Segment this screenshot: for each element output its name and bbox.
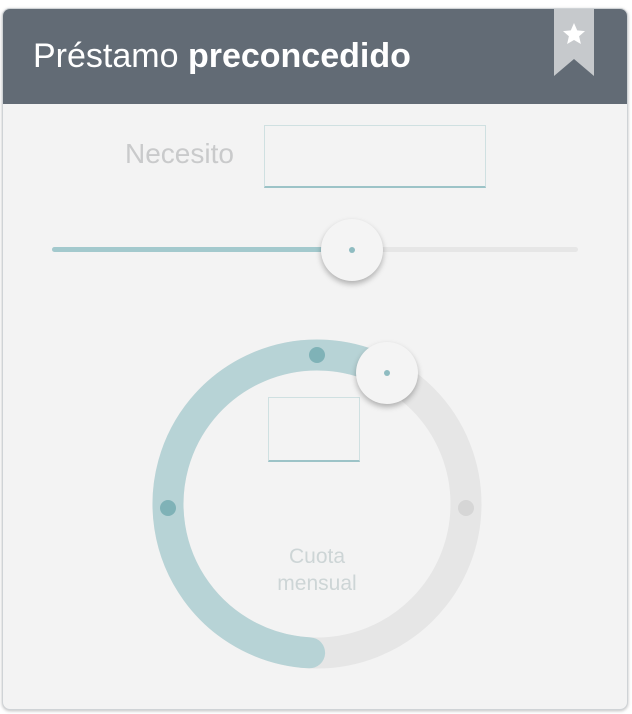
monthly-payment-dial[interactable]: Cuota mensual xyxy=(149,336,485,672)
card-header: Préstamo preconcedido xyxy=(3,9,627,104)
star-bookmark-icon[interactable] xyxy=(554,9,594,76)
dial-marker-top xyxy=(309,347,325,363)
title-bold: preconcedido xyxy=(187,37,411,75)
slider-thumb[interactable] xyxy=(321,219,383,281)
dial-marker-right xyxy=(458,500,474,516)
amount-slider[interactable] xyxy=(52,219,580,281)
monthly-payment-label-line2: mensual xyxy=(277,572,357,595)
dial-ring xyxy=(152,339,482,669)
amount-input[interactable] xyxy=(264,125,486,188)
amount-label: Necesito xyxy=(125,138,234,169)
card-title: Préstamo preconcedido xyxy=(33,36,411,76)
title-light: Préstamo xyxy=(33,37,179,75)
monthly-payment-input[interactable] xyxy=(268,397,360,462)
monthly-payment-label: Cuota mensual xyxy=(237,543,397,597)
slider-thumb-dot xyxy=(349,247,355,253)
dial-thumb-dot xyxy=(384,369,391,376)
dial-thumb[interactable] xyxy=(356,341,419,404)
monthly-payment-label-line1: Cuota xyxy=(288,545,346,568)
dial-marker-left xyxy=(160,500,176,516)
slider-fill xyxy=(52,247,352,252)
loan-card: Préstamo preconcedido Necesito Cuota men… xyxy=(2,8,628,710)
